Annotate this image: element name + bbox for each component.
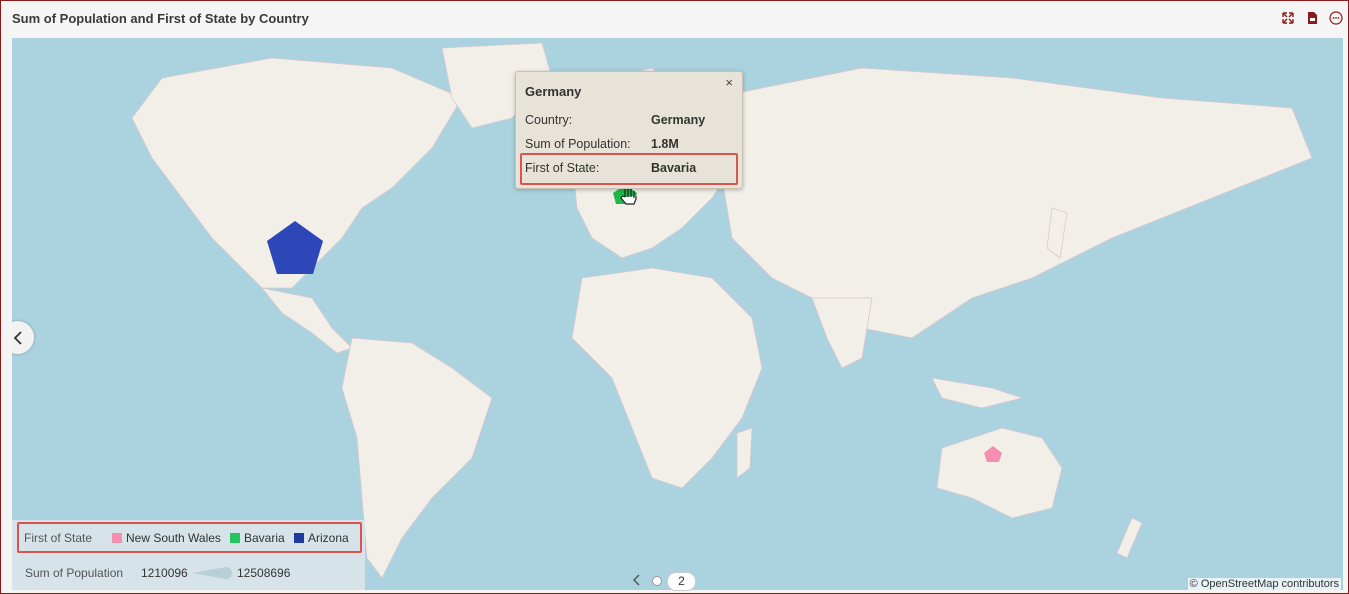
legend-label: Bavaria — [244, 531, 285, 545]
chevron-left-icon — [632, 574, 640, 586]
chart-panel: Sum of Population and First of State by … — [0, 0, 1349, 594]
legend-swatch — [112, 533, 122, 543]
more-options-icon[interactable] — [1329, 11, 1343, 25]
legend-item-bavaria[interactable]: Bavaria — [230, 531, 285, 545]
legend-population-min: 1210096 — [141, 566, 188, 580]
tooltip-heading: Germany — [525, 84, 582, 99]
tooltip-value-population: 1.8M — [651, 137, 679, 151]
close-icon[interactable]: × — [725, 75, 733, 90]
legend-label: New South Wales — [126, 531, 221, 545]
panel-title: Sum of Population and First of State by … — [12, 11, 309, 26]
legend-swatch — [294, 533, 304, 543]
tooltip-label-state: First of State: — [525, 161, 600, 175]
legend-population-title: Sum of Population — [25, 566, 124, 580]
pager-dot[interactable] — [652, 576, 662, 586]
legend-population-max: 12508696 — [237, 566, 291, 580]
tooltip-label-country: Country: — [525, 113, 573, 127]
tooltip-value-state: Bavaria — [651, 161, 697, 175]
pdf-export-icon[interactable] — [1305, 11, 1319, 25]
legend-label: Arizona — [308, 531, 349, 545]
panel-header: Sum of Population and First of State by … — [1, 1, 1348, 37]
pager-previous[interactable] — [632, 573, 642, 590]
expand-icon[interactable] — [1281, 11, 1295, 25]
tooltip-value-country: Germany — [651, 113, 706, 127]
country-tooltip: Germany × Country: Germany Sum of Popula… — [515, 71, 743, 189]
legend-state-title: First of State — [24, 531, 93, 545]
tooltip-label-population: Sum of Population: — [525, 137, 631, 151]
map-legend: First of State New South Wales Bavaria A… — [12, 520, 365, 590]
map-attribution[interactable]: © OpenStreetMap contributors — [1187, 578, 1341, 590]
legend-item-arizona[interactable]: Arizona — [294, 531, 349, 545]
population-size-gradient-icon — [192, 567, 232, 579]
pager-page-indicator[interactable]: 2 — [667, 572, 696, 591]
chevron-left-icon — [13, 330, 22, 345]
legend-item-new-south-wales[interactable]: New South Wales — [112, 531, 221, 545]
legend-swatch — [230, 533, 240, 543]
